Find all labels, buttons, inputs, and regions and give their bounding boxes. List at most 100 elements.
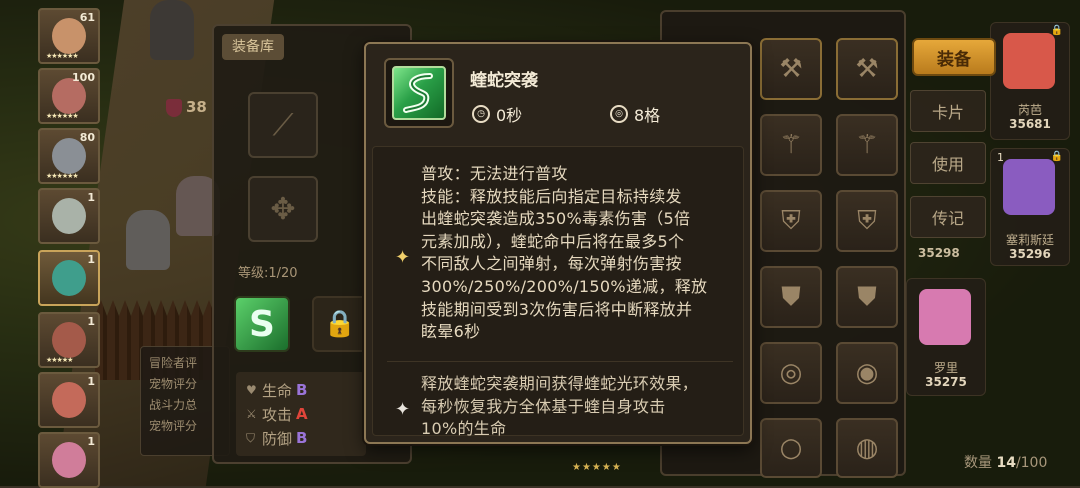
skill-description: ✦ 普攻：无法进行普攻 技能：释放技能后向指定目标持续发 出蝰蛇突袭造成350%…	[372, 146, 744, 438]
roster-card[interactable]: 1	[38, 372, 100, 428]
roster-level: 1	[87, 435, 95, 448]
roster-card[interactable]: 1	[38, 432, 100, 488]
inventory-count: 数量 14/100	[964, 455, 1048, 471]
locked-skill-slot[interactable]: 🔒	[312, 296, 368, 352]
card-button[interactable]: 卡片	[910, 90, 986, 132]
skill-slot-viper[interactable]: S	[234, 296, 290, 352]
sparkle-icon: ✦	[395, 247, 411, 268]
hero-name: 罗里	[933, 361, 958, 375]
equip-button[interactable]: 装备	[912, 38, 996, 76]
ring-icon: ◍	[855, 433, 879, 463]
use-button[interactable]: 使用	[910, 142, 986, 184]
roster-card[interactable]: 80 ★★★★★★	[38, 128, 100, 184]
avatar	[919, 289, 971, 345]
roster-level: 1	[87, 191, 95, 204]
stat-label: 攻击	[262, 405, 293, 424]
paw-icon: ✥	[270, 191, 296, 227]
roster-card[interactable]: 1 ★★★★★	[38, 312, 100, 368]
inventory-item[interactable]: ⚚	[836, 114, 898, 176]
stat-row-hp: ♥ 生命 B	[246, 378, 356, 402]
avatar	[52, 322, 86, 358]
inventory-item[interactable]: ⛨	[836, 190, 898, 252]
skill-description-main: 普攻：无法进行普攻 技能：释放技能后向指定目标持续发 出蝰蛇突袭造成350%毒素…	[421, 164, 708, 342]
avatar	[1003, 159, 1055, 215]
inventory-item[interactable]: ◎	[760, 342, 822, 404]
skill-icon-frame	[384, 58, 454, 128]
roster-level: 1	[87, 315, 95, 328]
stat-grade: A	[296, 405, 308, 423]
inventory-item[interactable]: ⛨	[760, 190, 822, 252]
hero-card[interactable]: 罗里 35275	[906, 278, 986, 396]
info-line: 宠物评分	[149, 377, 198, 391]
snake-icon	[392, 66, 446, 120]
stat-label: 防御	[262, 429, 293, 448]
roster-level: 80	[79, 131, 95, 144]
stats-panel: ♥ 生命 B ⚔ 攻击 A ⛉ 防御 B	[236, 372, 366, 456]
info-line: 宠物评分	[149, 419, 198, 433]
hero-roster: 61 ★★★★★★ 100 ★★★★★★ 80 ★★★★★★ 1 1 1 ★★★…	[38, 0, 104, 488]
star-rating: ★★★★★	[46, 356, 73, 364]
skill-name: 蝰蛇突袭	[470, 71, 538, 91]
sword-icon: ⚔	[246, 407, 257, 421]
inventory-item[interactable]: ◉	[836, 342, 898, 404]
biography-button[interactable]: 传记	[910, 196, 986, 238]
info-line: 战斗力总	[149, 398, 198, 412]
weapon-slot[interactable]: ⟋	[248, 92, 318, 158]
star-rating: ★★★★★	[572, 462, 622, 473]
hero-power: 35296	[1009, 247, 1051, 261]
equipment-level: 等级:1/20	[238, 266, 298, 281]
inventory-item[interactable]: ⛊	[836, 266, 898, 328]
equipment-library-title[interactable]: 装备库	[222, 34, 284, 60]
inventory-item[interactable]: ⛊	[760, 266, 822, 328]
wand-icon: ⟋	[272, 107, 294, 143]
avatar	[52, 382, 86, 418]
pet-slot[interactable]: ✥	[248, 176, 318, 242]
stat-grade: B	[296, 381, 308, 399]
staff-icon: ⚚	[855, 130, 879, 160]
stat-label: 生命	[262, 381, 293, 400]
chapter-level: 38	[166, 98, 207, 117]
roster-card[interactable]: 100 ★★★★★★	[38, 68, 100, 124]
stat-row-defense: ⛉ 防御 B	[246, 426, 356, 450]
hero-card[interactable]: 1 🔒 塞莉斯廷 35296	[990, 148, 1070, 266]
clock-icon: ◷	[472, 105, 490, 123]
inventory-item[interactable]: ◍	[836, 418, 898, 478]
roster-level: 1	[87, 253, 95, 266]
roster-card[interactable]: 1	[38, 188, 100, 244]
info-line: 冒险者评	[149, 356, 198, 370]
avatar	[1003, 33, 1055, 89]
banner-icon	[166, 98, 182, 117]
skill-range: ◎ 8格	[610, 102, 660, 126]
star-rating: ★★★★★★	[46, 52, 79, 60]
skill-tooltip: 蝰蛇突袭 ◷ 0秒 ◎ 8格 ✦ 普攻：无法进行普攻 技能：释放技能后向指定目标…	[364, 42, 752, 444]
roster-level: 1	[87, 375, 95, 388]
inventory-item[interactable]: ⚚	[760, 114, 822, 176]
hero-level: 1	[997, 151, 1004, 164]
hero-name: 塞莉斯廷	[1005, 233, 1054, 247]
hero-power: 35275	[925, 375, 967, 389]
skill-cooldown: ◷ 0秒	[472, 102, 522, 126]
inventory-item[interactable]: ⚒	[836, 38, 898, 100]
star-rating: ★★★★★★	[46, 172, 79, 180]
roster-card-selected[interactable]: 1	[38, 250, 100, 306]
staff-icon: ⚚	[779, 130, 803, 160]
lock-icon: 🔒	[1050, 151, 1063, 162]
hero-card[interactable]: 🔒 芮芭 35681	[990, 22, 1070, 140]
shield-icon: ⛉	[246, 430, 256, 445]
avatar	[52, 260, 86, 296]
hero-name: 芮芭	[1017, 103, 1042, 117]
skill-description-passive: 释放蝰蛇突袭期间获得蝰蛇光环效果， 每秒恢复我方全体基于蝰自身攻击 10%的生命	[421, 374, 699, 439]
roster-level: 100	[72, 71, 95, 84]
target-icon: ◎	[610, 105, 628, 123]
hero-power: 35681	[1009, 117, 1051, 131]
armor-icon: ⛨	[781, 205, 801, 236]
star-rating: ★★★★★★	[46, 112, 79, 120]
ring-icon: ○	[779, 433, 803, 463]
inventory-item[interactable]: ⚒	[760, 38, 822, 100]
armor-icon: ⛨	[857, 205, 877, 236]
avatar	[52, 198, 86, 234]
mace-icon: ⚒	[779, 54, 803, 84]
roster-card[interactable]: 61 ★★★★★★	[38, 8, 100, 64]
inventory-item[interactable]: ○	[760, 418, 822, 478]
stat-row-attack: ⚔ 攻击 A	[246, 402, 356, 426]
